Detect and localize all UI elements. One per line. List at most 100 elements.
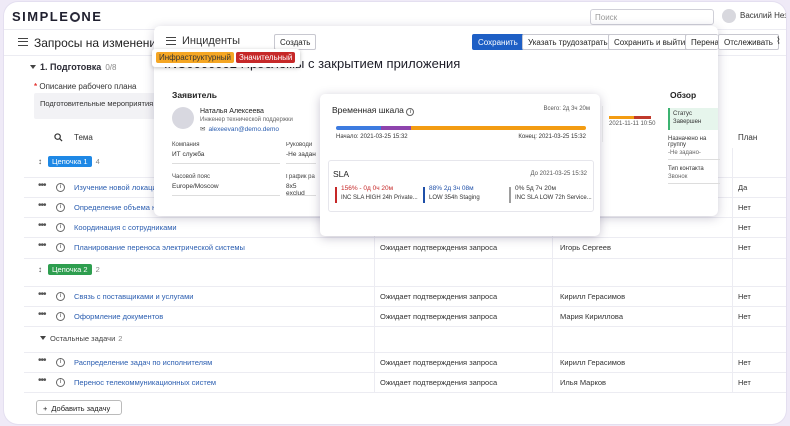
chain-toggle-icon[interactable]: ↕ <box>38 265 42 274</box>
reassign-button[interactable]: Переназ <box>685 34 718 50</box>
task-name[interactable]: Оформление документов <box>74 312 163 321</box>
task-executor: Кирилл Герасимов <box>560 292 626 301</box>
task-name[interactable]: Связь с поставщиками и услугами <box>74 292 193 301</box>
info-icon[interactable]: i <box>56 243 65 252</box>
table-row[interactable]: ••• i Перенос телекоммуникационных систем… <box>24 372 786 391</box>
app-frame: SIMPLENE Поиск Василий Незаб... Запросы … <box>4 2 786 424</box>
task-name[interactable]: Планирование переноса электрической сист… <box>74 243 245 252</box>
add-task-button[interactable]: + Добавить задачу <box>36 400 122 415</box>
table-row[interactable]: ••• i Планирование переноса электрической… <box>24 237 786 256</box>
task-status: Ожидает подтверждения запроса <box>380 378 498 387</box>
chain-1-header[interactable]: ↕ Цепочка 14 <box>38 156 100 172</box>
timezone-field: Часовой пояс Europe/Moscow <box>172 174 280 196</box>
timeline-end: Конец: 2021-03-25 15:32 <box>518 134 586 140</box>
status-badge: Статус Завершен <box>668 108 718 130</box>
chain-2-count: 2 <box>95 265 100 274</box>
task-name[interactable]: Изучение новой локаци <box>74 183 157 192</box>
timeline-title: Временная шкала i <box>332 105 415 116</box>
info-icon[interactable]: i <box>56 203 65 212</box>
column-plan[interactable]: План <box>738 133 757 142</box>
info-icon[interactable]: i <box>56 312 65 321</box>
more-icon[interactable]: ••• <box>38 180 46 191</box>
timeline-bar <box>336 126 586 130</box>
sla-item[interactable]: 0% 5д 7ч 20м INC SLA LOW 72h Service... <box>509 185 592 207</box>
user-avatar[interactable] <box>722 9 736 23</box>
tag-infrastructure: Инфраструктурный <box>156 52 235 63</box>
task-name[interactable]: Перенос телекоммуникационных систем <box>74 378 216 387</box>
other-tasks-count: 2 <box>118 334 123 343</box>
search-icon[interactable] <box>54 133 63 144</box>
task-executor: Мария Кириллова <box>560 312 624 321</box>
chain-toggle-icon[interactable]: ↕ <box>38 157 42 166</box>
more-icon[interactable]: ••• <box>38 375 46 386</box>
timeline-total: Всего: 2д 3ч 20м <box>543 106 591 112</box>
applicant-label: Заявитель <box>172 90 217 100</box>
more-icon[interactable]: ••• <box>38 355 46 366</box>
overview-card: Обзор Статус Завершен Назначено на группу… <box>668 84 720 196</box>
chain-1-count: 4 <box>95 157 100 166</box>
info-icon[interactable]: i <box>406 108 415 116</box>
logo: SIMPLE NE <box>12 9 103 24</box>
task-executor: Кирилл Герасимов <box>560 358 626 367</box>
more-icon[interactable]: ••• <box>38 309 46 320</box>
task-status: Ожидает подтверждения запроса <box>380 243 498 252</box>
table-row[interactable]: ••• i Связь с поставщиками и услугами Ожи… <box>24 286 786 305</box>
chain-1-badge: Цепочка 1 <box>48 156 92 167</box>
divider <box>24 258 786 259</box>
task-name[interactable]: Распределение задач по исполнителям <box>74 358 212 367</box>
side-progress: 2021-11-11 10:50 <box>602 106 664 142</box>
sla-date: До 2021-03-25 15:32 <box>530 171 587 177</box>
applicant-card: Заявитель Наталья Алексеева Инженер техн… <box>168 84 316 196</box>
avatar <box>172 107 194 129</box>
save-button[interactable]: Сохранить <box>472 34 524 50</box>
other-tasks-header[interactable]: Остальные задачи 2 <box>40 334 122 343</box>
task-status: Ожидает подтверждения запроса <box>380 292 498 301</box>
chain-2-header[interactable]: ↕ Цепочка 22 <box>38 264 100 280</box>
plan-value: Нет <box>738 223 751 232</box>
table-row[interactable]: ••• i Оформление документов Ожидает подтв… <box>24 306 786 325</box>
timeline-card: Временная шкала i Всего: 2д 3ч 20м Начал… <box>320 94 600 236</box>
more-icon[interactable]: ••• <box>38 240 46 251</box>
contact-type-field: Тип контакта Звонок <box>668 166 720 184</box>
description-field[interactable]: Подготовительные мероприятия, п <box>34 93 162 119</box>
applicant-email[interactable]: ✉ alexeevan@demo.demo <box>200 125 279 133</box>
plan-value: Нет <box>738 358 751 367</box>
attachment-icon[interactable]: ⌇ <box>776 36 781 47</box>
more-icon[interactable]: ••• <box>38 220 46 231</box>
info-icon[interactable]: i <box>56 292 65 301</box>
info-icon[interactable]: i <box>56 378 65 387</box>
global-search-input[interactable]: Поиск <box>590 9 714 25</box>
sla-item[interactable]: 156% - 0д 0ч 20м INC SLA HIGH 24h Privat… <box>335 185 418 207</box>
progress-bar <box>609 116 651 119</box>
divider <box>24 326 786 327</box>
info-icon[interactable]: i <box>56 223 65 232</box>
side-date: 2021-11-11 10:50 <box>609 121 656 127</box>
applicant-name[interactable]: Наталья Алексеева <box>200 108 264 115</box>
module-title: Инциденты <box>182 35 240 47</box>
labor-button[interactable]: Указать трудозатраты <box>522 34 616 50</box>
save-exit-button[interactable]: Сохранить и выйти <box>608 34 692 50</box>
column-divider <box>732 148 733 392</box>
sla-title: SLA <box>333 169 350 179</box>
overview-title: Обзор <box>670 90 697 100</box>
menu-icon[interactable] <box>18 38 28 46</box>
column-theme[interactable]: Тема <box>74 133 93 142</box>
task-name[interactable]: Определение объема не <box>74 203 160 212</box>
info-icon[interactable]: i <box>56 183 65 192</box>
user-name[interactable]: Василий Незаб... <box>740 11 786 20</box>
tag-significant: Значительный <box>236 52 296 63</box>
info-icon[interactable]: i <box>56 358 65 367</box>
sla-item[interactable]: 88% 2д 3ч 08м LOW 354h Staging <box>423 185 480 207</box>
more-icon[interactable]: ••• <box>38 200 46 211</box>
menu-icon[interactable] <box>166 37 176 45</box>
logo-ring-icon <box>70 12 81 22</box>
timeline-start: Начало: 2021-03-25 15:32 <box>336 134 408 140</box>
track-button[interactable]: Отслеживать <box>718 34 779 50</box>
more-icon[interactable]: ••• <box>38 289 46 300</box>
create-button[interactable]: Создать <box>274 34 317 50</box>
chevron-down-icon <box>40 336 46 340</box>
table-row[interactable]: ••• i Распределение задач по исполнителям… <box>24 352 786 371</box>
stage-header[interactable]: 1. Подготовка 0/8 <box>30 62 116 72</box>
task-name[interactable]: Координация с сотрудниками <box>74 223 177 232</box>
stage-count: 0/8 <box>105 63 117 72</box>
